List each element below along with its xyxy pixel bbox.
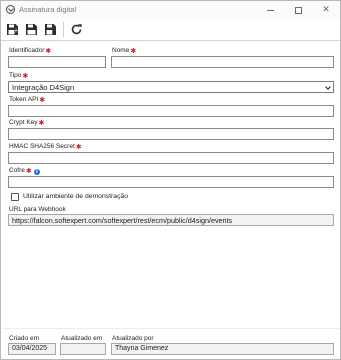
- save-new-button[interactable]: [5, 22, 20, 37]
- minimize-icon: [266, 9, 274, 11]
- close-icon: ✕: [322, 5, 330, 15]
- cofre-label: Cofre✱ i: [9, 167, 40, 175]
- atualizado-por-label: Atualizado por: [112, 335, 154, 342]
- save-close-icon: [45, 24, 57, 35]
- toolbar: [1, 19, 340, 41]
- refresh-icon: [71, 24, 82, 35]
- chevron-down-icon: [325, 84, 331, 90]
- required-icon: ✱: [38, 118, 45, 127]
- footer-divider: [2, 328, 339, 329]
- nome-input[interactable]: [111, 56, 334, 68]
- identificador-label: Identificador✱: [9, 46, 52, 55]
- demo-checkbox[interactable]: [11, 193, 19, 201]
- atualizado-em-label: Atualizado em: [61, 335, 103, 342]
- criado-em-label: Criado em: [9, 335, 39, 342]
- crypt-key-input[interactable]: [8, 128, 334, 140]
- title-bar: Assinatura digital ✕: [1, 1, 340, 19]
- crypt-key-label: Crypt Key✱: [9, 118, 45, 127]
- required-icon: ✱: [130, 46, 137, 55]
- minimize-button[interactable]: [256, 1, 284, 19]
- save-icon: [26, 24, 37, 35]
- globe-icon: [6, 5, 15, 14]
- save-button[interactable]: [24, 22, 39, 37]
- required-icon: ✱: [45, 46, 52, 55]
- cofre-input[interactable]: [8, 176, 334, 188]
- token-api-label: Token API✱: [9, 95, 46, 104]
- info-icon[interactable]: i: [33, 168, 40, 175]
- maximize-icon: [294, 6, 302, 14]
- window-title: Assinatura digital: [19, 5, 77, 14]
- identificador-input[interactable]: [8, 56, 106, 68]
- toolbar-separator: [63, 22, 64, 37]
- close-button[interactable]: ✕: [312, 1, 340, 19]
- tipo-selected-value: Integração D4Sign: [12, 83, 75, 92]
- tipo-select[interactable]: Integração D4Sign: [8, 81, 334, 93]
- required-icon: ✱: [39, 95, 46, 104]
- atualizado-em-field: [60, 343, 106, 355]
- maximize-button[interactable]: [284, 1, 312, 19]
- tipo-label: Tipo✱: [9, 71, 29, 80]
- nome-label: Nome✱: [112, 46, 137, 55]
- save-plus-icon: [7, 24, 18, 35]
- required-icon: ✱: [75, 142, 82, 151]
- atualizado-por-field: Thayna Gimenez: [111, 343, 334, 355]
- required-icon: ✱: [22, 71, 29, 80]
- demo-checkbox-label: Utilizar ambiente de demonstração: [23, 193, 129, 200]
- refresh-button[interactable]: [69, 22, 84, 37]
- save-close-button[interactable]: [43, 22, 58, 37]
- required-icon: ✱: [25, 166, 32, 175]
- hmac-label: HMAC SHA256 Secret✱: [9, 142, 82, 151]
- hmac-input[interactable]: [8, 152, 334, 164]
- criado-em-field: 03/04/2025: [8, 343, 56, 355]
- webhook-label: URL para Webhook: [9, 206, 66, 213]
- webhook-url-field[interactable]: https://falcon.softexpert.com/softexpert…: [8, 214, 334, 226]
- dialog-window: Assinatura digital ✕ Identificador✱ Nome…: [0, 0, 341, 360]
- token-api-input[interactable]: [8, 105, 334, 117]
